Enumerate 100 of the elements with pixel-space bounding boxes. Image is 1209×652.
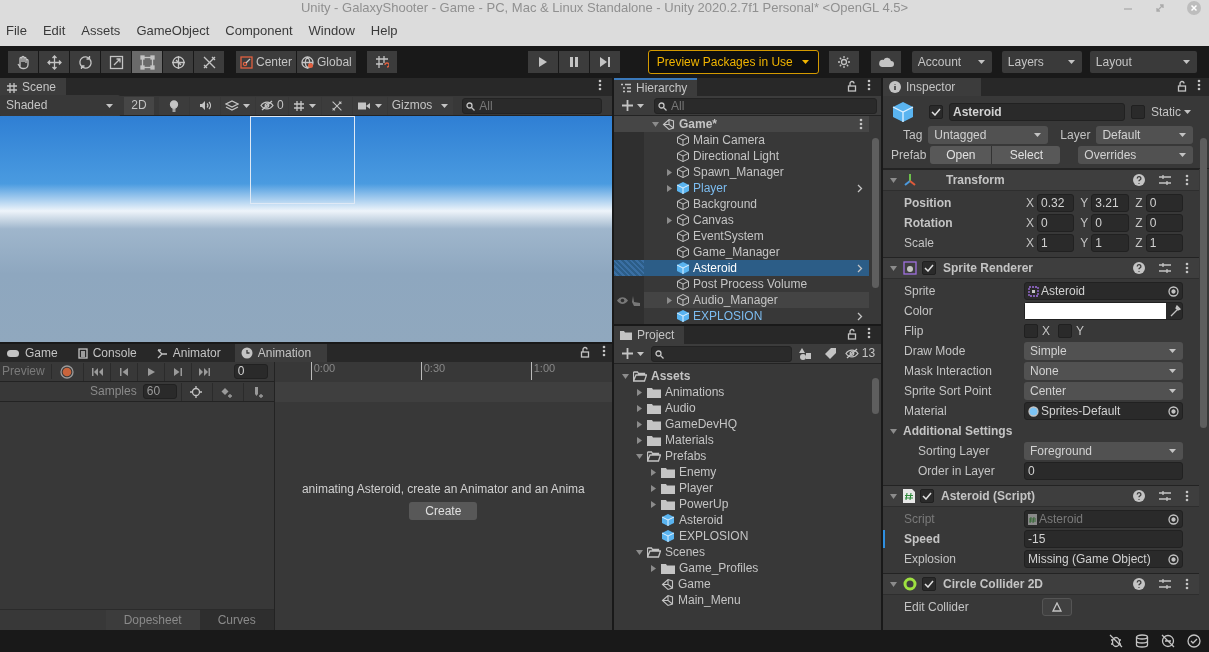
hierarchy-item[interactable]: Game_Manager — [614, 244, 869, 260]
transform-tool-button[interactable] — [163, 51, 193, 73]
collapsed-arrow-icon[interactable] — [634, 387, 644, 397]
expanded-arrow-icon[interactable] — [889, 579, 898, 589]
tools-toggle-button[interactable] — [321, 96, 352, 115]
project-item[interactable]: Materials — [614, 432, 881, 448]
expanded-arrow-icon[interactable] — [634, 451, 644, 461]
cloud-button[interactable] — [870, 51, 901, 73]
project-item[interactable]: Main_Menu — [614, 592, 881, 608]
expanded-arrow-icon[interactable] — [889, 491, 898, 501]
panel-tab[interactable]: Animation — [234, 344, 328, 362]
collapsed-arrow-icon[interactable] — [664, 295, 674, 305]
dropdown[interactable]: Foreground — [1024, 442, 1183, 460]
text-field[interactable]: -15 — [1024, 530, 1183, 548]
number-field[interactable]: 1 — [1145, 234, 1183, 252]
more-icon[interactable] — [867, 79, 871, 91]
preview-packages-button[interactable]: Preview Packages in Use — [647, 50, 819, 74]
eyedropper-icon[interactable] — [1168, 305, 1182, 317]
more-icon[interactable] — [867, 327, 871, 339]
collapsed-arrow-icon[interactable] — [664, 167, 674, 177]
number-field[interactable]: 0 — [1091, 214, 1129, 232]
name-field[interactable]: Asteroid — [949, 103, 1125, 121]
project-item[interactable]: Assets — [614, 368, 881, 384]
project-item[interactable]: Game — [614, 576, 881, 592]
menu-item[interactable]: Assets — [81, 23, 121, 39]
hierarchy-item[interactable]: Background — [614, 196, 869, 212]
hierarchy-search-field[interactable]: All — [654, 97, 877, 114]
grid-dropdown[interactable] — [288, 96, 321, 115]
layers-dropdown[interactable]: Layers — [1001, 51, 1082, 73]
more-icon[interactable] — [1197, 79, 1201, 91]
presets-icon[interactable] — [1159, 490, 1171, 502]
layout-dropdown[interactable]: Layout — [1089, 51, 1197, 73]
step-button[interactable] — [589, 51, 620, 73]
number-field[interactable]: 0.32 — [1037, 194, 1075, 212]
space-button[interactable]: Global — [297, 51, 356, 73]
project-item[interactable]: Animations — [614, 384, 881, 400]
chevron-right-icon[interactable] — [857, 183, 863, 193]
hierarchy-item[interactable]: Asteroid — [614, 260, 869, 276]
project-search-field[interactable] — [651, 345, 792, 362]
static-checkbox[interactable] — [1131, 105, 1145, 119]
frame-field[interactable]: 0 — [233, 364, 268, 379]
edit-collider-button[interactable] — [1042, 598, 1072, 616]
lock-icon[interactable] — [847, 80, 857, 92]
project-item[interactable]: Game_Profiles — [614, 560, 881, 576]
object-picker-icon[interactable] — [1168, 285, 1179, 297]
rotate-tool-button[interactable] — [70, 51, 100, 73]
presets-icon[interactable] — [1159, 262, 1171, 274]
collapsed-arrow-icon[interactable] — [664, 183, 674, 193]
flip-checkbox[interactable] — [1058, 324, 1072, 338]
project-item[interactable]: Prefabs — [614, 448, 881, 464]
presets-icon[interactable] — [1159, 578, 1171, 590]
project-item[interactable]: Audio — [614, 400, 881, 416]
dropdown[interactable]: Center — [1024, 382, 1183, 400]
number-field[interactable]: 0 — [1145, 214, 1183, 232]
component-enabled-checkbox[interactable] — [920, 489, 934, 503]
expanded-arrow-icon[interactable] — [889, 175, 898, 185]
audio-toggle-button[interactable] — [190, 96, 220, 115]
expanded-arrow-icon[interactable] — [889, 426, 898, 436]
more-icon[interactable] — [598, 79, 602, 91]
hierarchy-item[interactable]: Audio_Manager — [614, 292, 869, 308]
number-field[interactable]: 3.21 — [1091, 194, 1129, 212]
expanded-arrow-icon[interactable] — [889, 263, 898, 273]
help-icon[interactable] — [1133, 490, 1145, 502]
custom-tool-button[interactable] — [194, 51, 224, 73]
more-icon[interactable] — [1185, 578, 1189, 590]
collapsed-arrow-icon[interactable] — [634, 435, 644, 445]
component-enabled-checkbox[interactable] — [922, 261, 936, 275]
hierarchy-tab[interactable]: Hierarchy — [614, 78, 698, 96]
chevron-right-icon[interactable] — [857, 263, 863, 273]
more-icon[interactable] — [859, 118, 863, 130]
camera-dropdown[interactable] — [352, 96, 387, 115]
project-item[interactable]: Scenes — [614, 544, 881, 560]
project-item[interactable]: PowerUp — [614, 496, 881, 512]
create-button[interactable]: Create — [409, 502, 478, 521]
number-field[interactable]: 0 — [1037, 214, 1075, 232]
scale-tool-button[interactable] — [101, 51, 131, 73]
lock-icon[interactable] — [580, 346, 590, 358]
dropdown[interactable]: Simple — [1024, 342, 1183, 360]
more-icon[interactable] — [1185, 490, 1189, 502]
play-button[interactable] — [527, 51, 558, 73]
number-field[interactable]: 0 — [1145, 194, 1183, 212]
check-circle-icon[interactable] — [1187, 634, 1201, 648]
help-icon[interactable] — [1133, 262, 1145, 274]
project-item[interactable]: EXPLOSION — [614, 528, 881, 544]
collapsed-arrow-icon[interactable] — [648, 483, 658, 493]
expanded-arrow-icon[interactable] — [634, 547, 644, 557]
move-tool-button[interactable] — [39, 51, 69, 73]
hierarchy-item[interactable]: EventSystem — [614, 228, 869, 244]
project-item[interactable]: GameDevHQ — [614, 416, 881, 432]
color-field[interactable] — [1024, 302, 1183, 320]
text-field[interactable]: 0 — [1024, 462, 1183, 480]
hierarchy-item[interactable]: Player — [614, 180, 869, 196]
expanded-arrow-icon[interactable] — [650, 119, 660, 129]
pause-button[interactable] — [558, 51, 589, 73]
menu-item[interactable]: Window — [308, 23, 355, 39]
collapsed-arrow-icon[interactable] — [634, 403, 644, 413]
services-button[interactable] — [828, 51, 859, 73]
layer-dropdown[interactable]: Default — [1096, 126, 1193, 144]
visibility-eye-icon[interactable] — [616, 295, 629, 305]
object-picker-icon[interactable] — [1168, 553, 1179, 565]
